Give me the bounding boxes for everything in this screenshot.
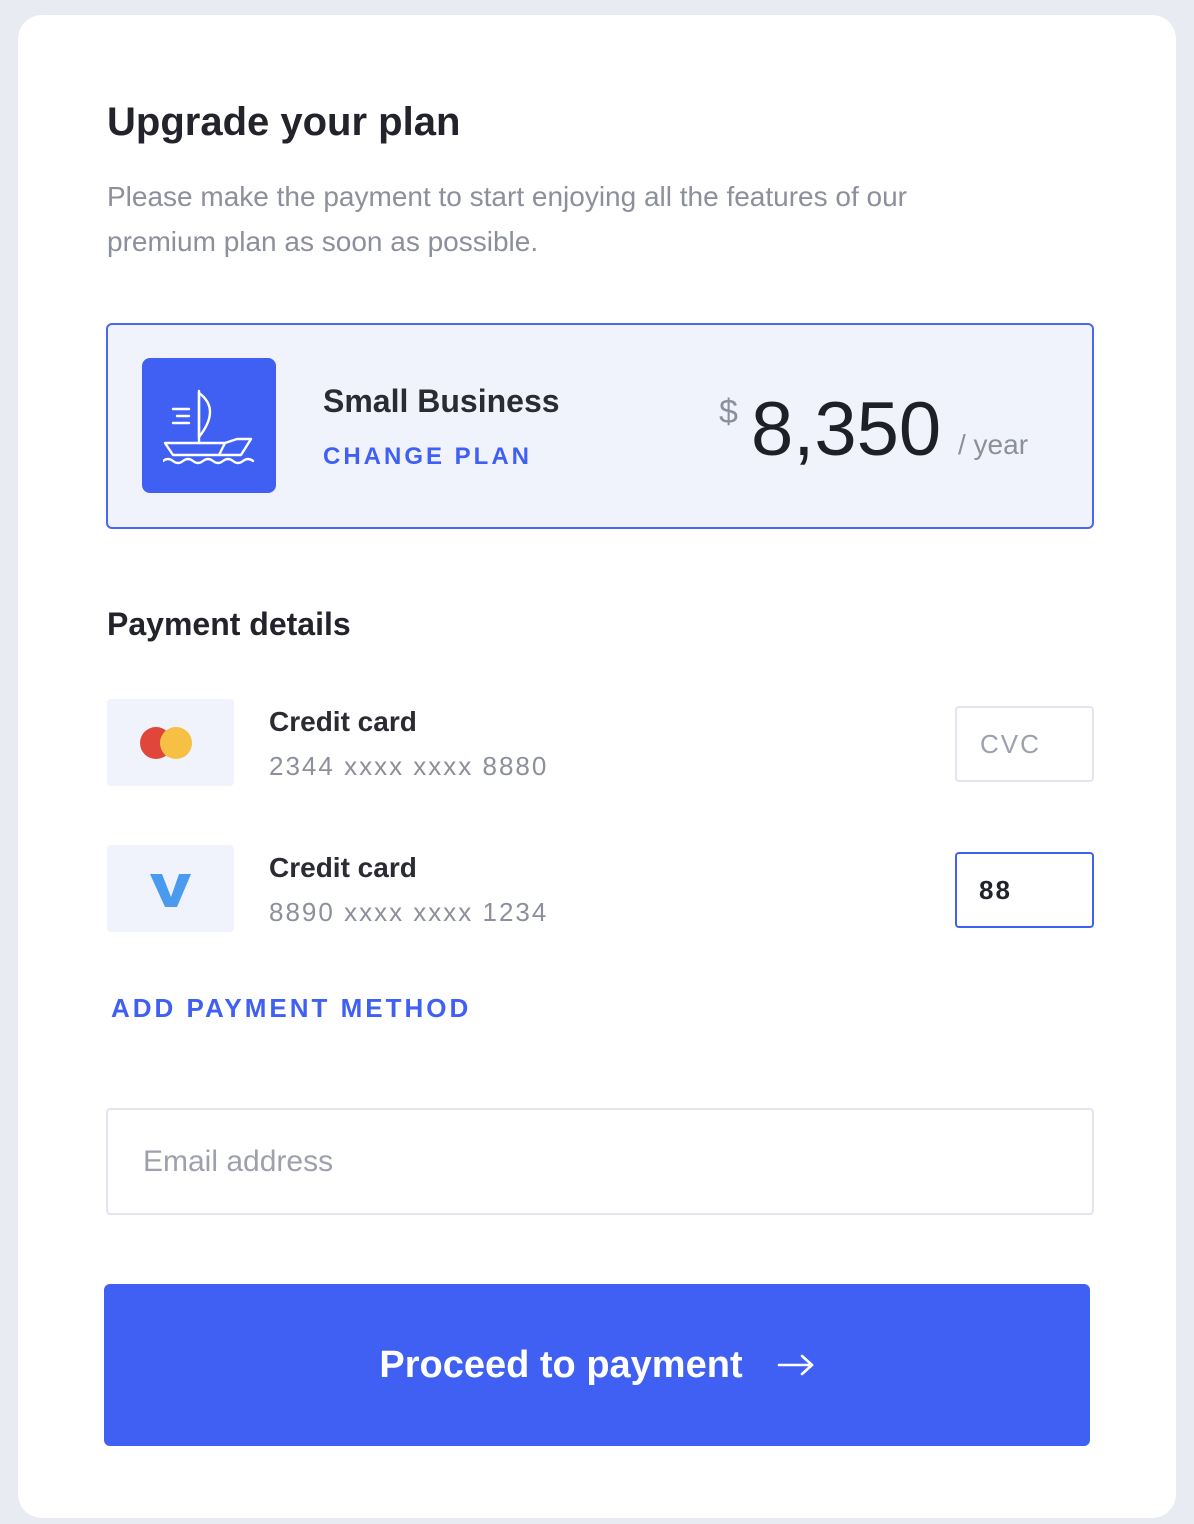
proceed-button-label: Proceed to payment: [379, 1343, 743, 1386]
price-amount: 8,350: [751, 387, 942, 472]
mastercard-icon[interactable]: [107, 699, 234, 786]
proceed-to-payment-button[interactable]: Proceed to payment: [104, 1284, 1090, 1446]
price-currency: $: [719, 393, 738, 431]
card-number: 2344 xxxx xxxx 8880: [269, 751, 549, 781]
payment-method-label: Credit card: [269, 706, 417, 737]
page-title: Upgrade your plan: [107, 100, 461, 144]
price-period: / year: [958, 429, 1029, 460]
plan-name: Small Business: [323, 383, 560, 419]
sailboat-icon: [142, 358, 276, 493]
page-subtitle: Please make the payment to start enjoyin…: [107, 181, 908, 257]
payment-method-label: Credit card: [269, 852, 417, 883]
visa-icon[interactable]: [107, 845, 234, 932]
cvc-input[interactable]: [955, 706, 1094, 782]
arrow-right-icon: [777, 1353, 815, 1377]
email-field[interactable]: [106, 1108, 1094, 1215]
payment-details-heading: Payment details: [107, 606, 351, 642]
change-plan-link[interactable]: CHANGE PLAN: [323, 443, 532, 471]
cvc-input[interactable]: [955, 852, 1094, 928]
add-payment-method-link[interactable]: ADD PAYMENT METHOD: [111, 993, 471, 1024]
card-number: 8890 xxxx xxxx 1234: [269, 897, 549, 927]
